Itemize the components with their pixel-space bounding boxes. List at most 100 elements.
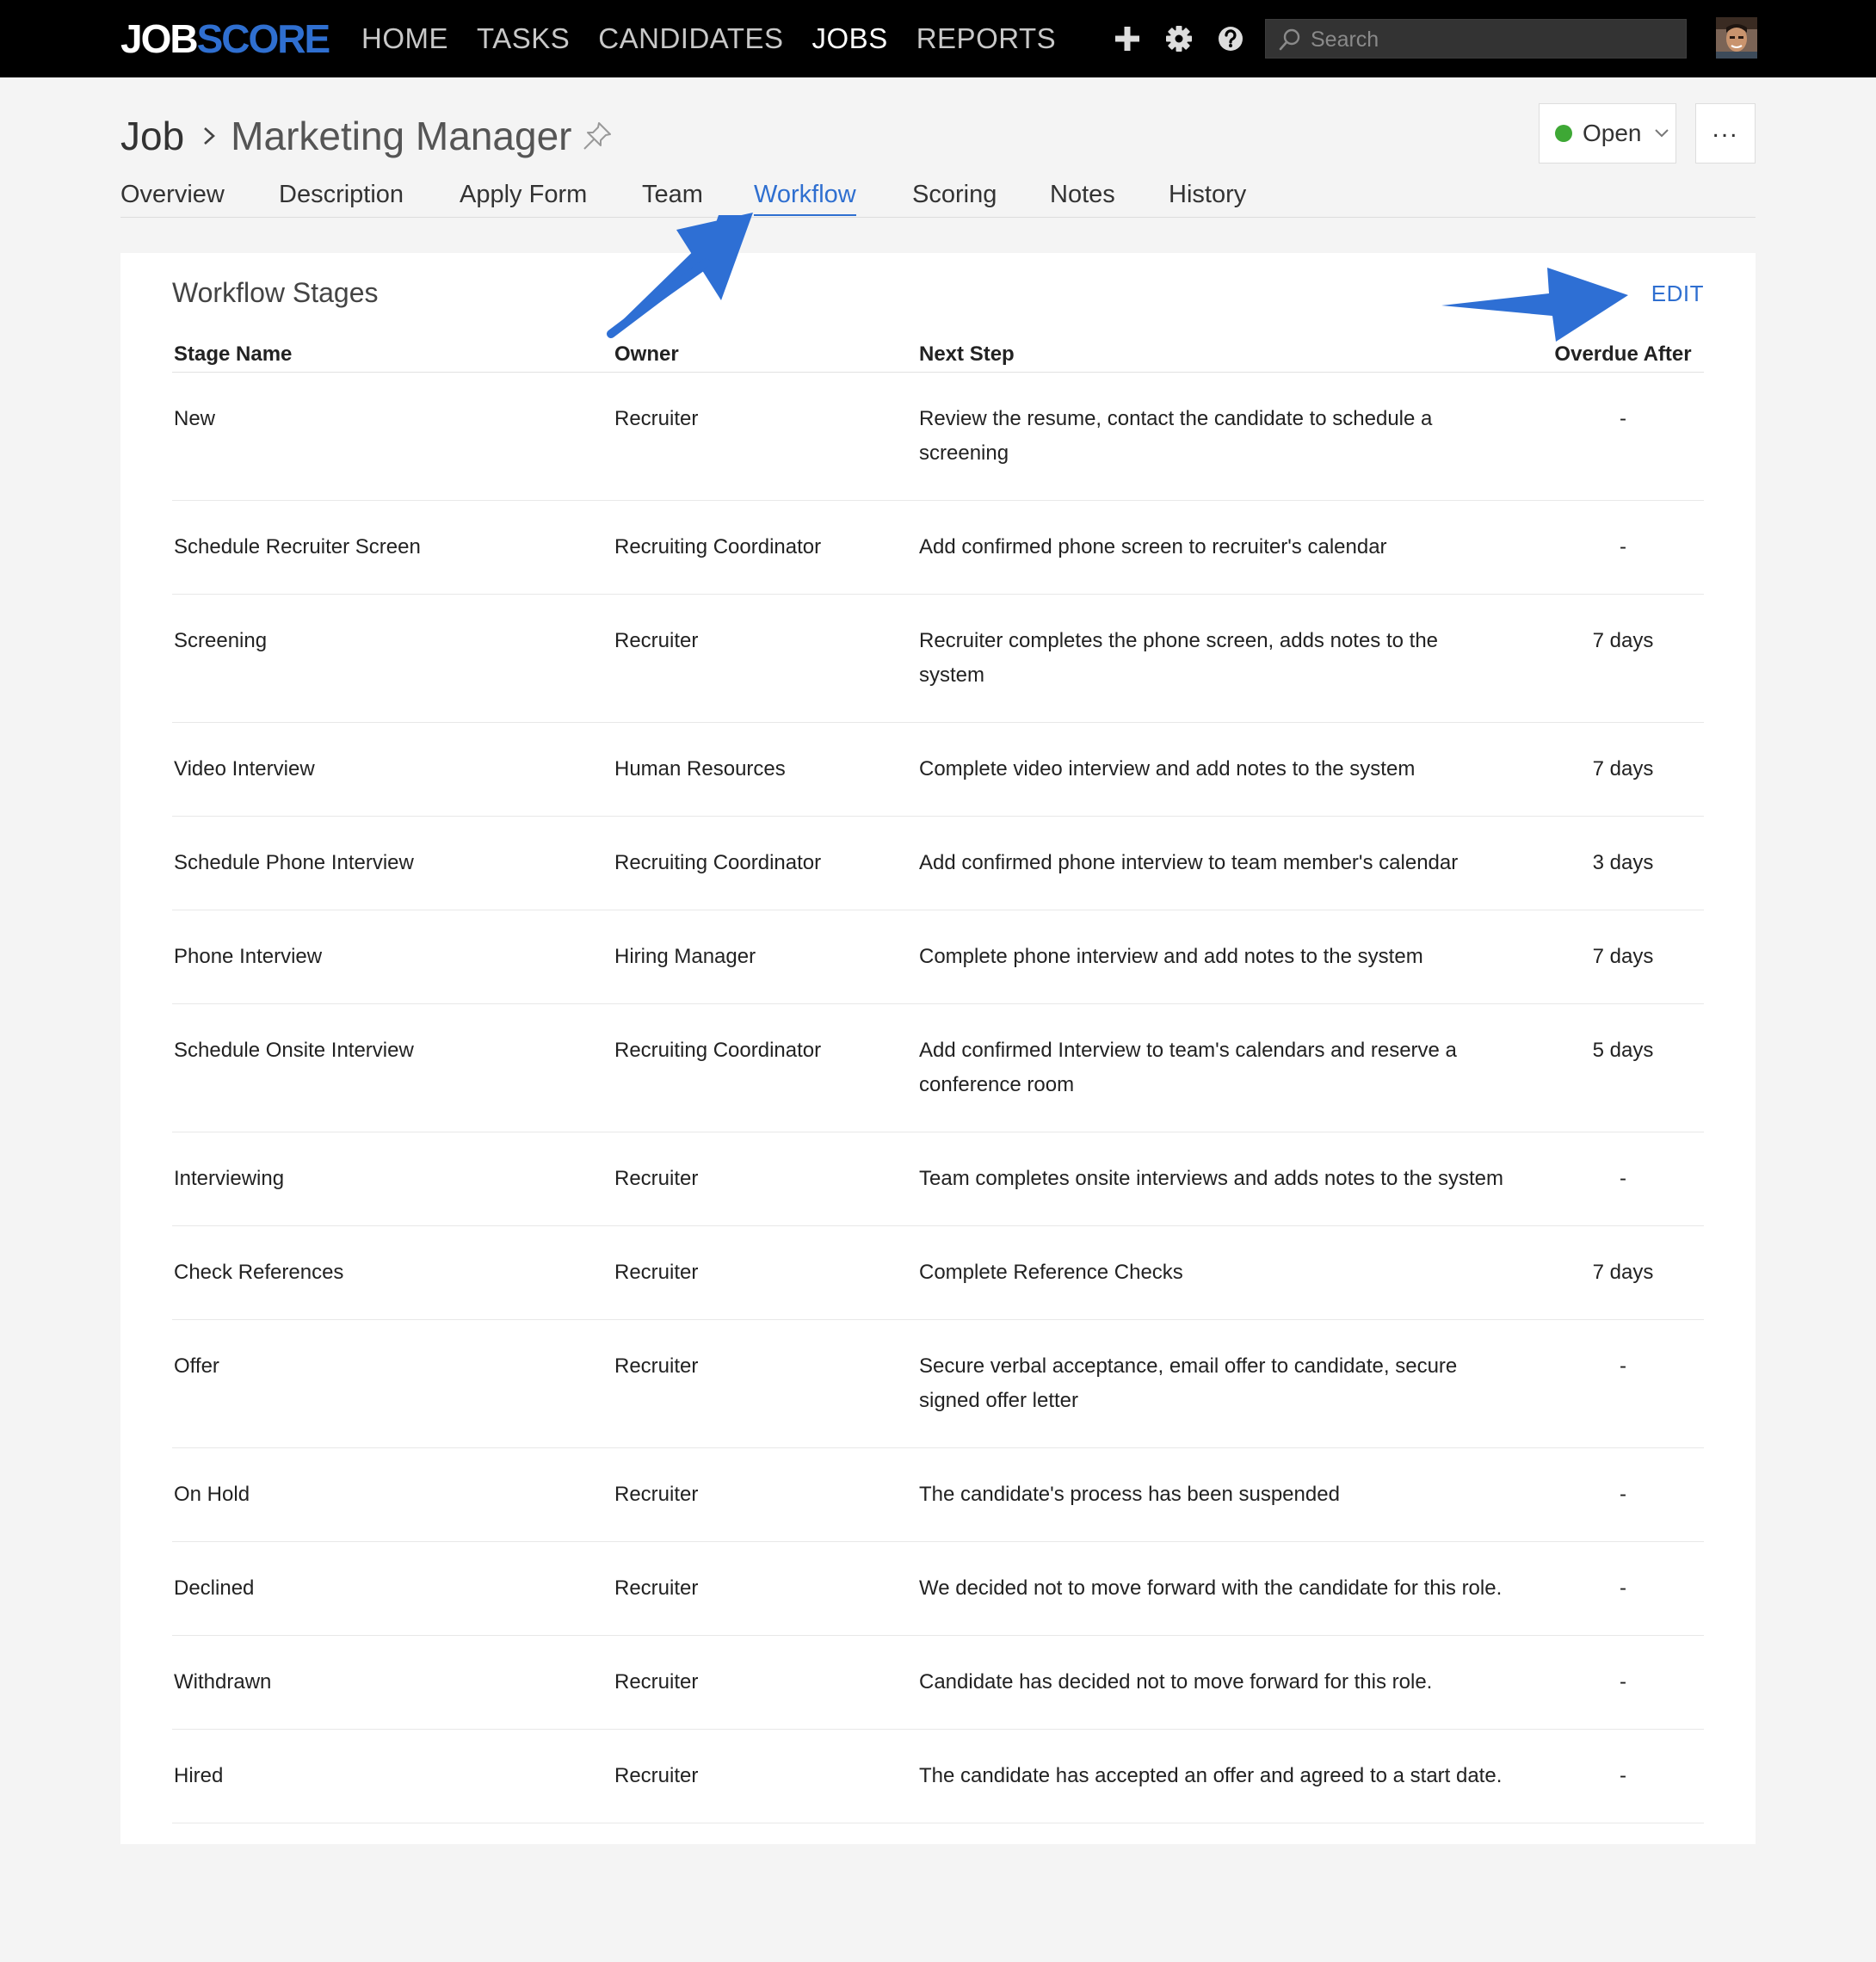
breadcrumb-job-link[interactable]: Job	[120, 113, 184, 159]
plus-icon[interactable]	[1112, 23, 1143, 54]
gear-icon[interactable]	[1163, 23, 1194, 54]
next-step-cell: Add confirmed Interview to team's calend…	[917, 1003, 1540, 1132]
job-tabs: Overview Description Apply Form Team Workflo…	[120, 172, 1756, 218]
owner-cell: Recruiting Coordinator	[613, 500, 917, 595]
tab-notes[interactable]: Notes	[1050, 181, 1115, 214]
overdue-after-cell: 7 days	[1540, 910, 1704, 1004]
chevron-down-icon	[1654, 129, 1669, 138]
table-row: Offer Recruiter Secure verbal acceptance, …	[172, 1319, 1704, 1448]
nav-item-candidates[interactable]: CANDIDATES	[598, 0, 783, 77]
stage-name-cell: Video Interview	[172, 722, 613, 817]
stage-name-cell: Check References	[172, 1225, 613, 1320]
owner-cell: Human Resources	[613, 722, 917, 817]
more-icon: ...	[1712, 114, 1739, 143]
search-input[interactable]	[1309, 20, 1674, 59]
next-step-cell: We decided not to move forward with the …	[917, 1541, 1540, 1636]
page-title: Marketing Manager	[231, 114, 572, 158]
table-row: On Hold Recruiter The candidate's process …	[172, 1447, 1704, 1542]
stage-name-cell: Declined	[172, 1541, 613, 1636]
table-row: Phone Interview Hiring Manager Complete ph…	[172, 910, 1704, 1004]
overdue-after-cell: -	[1540, 1447, 1704, 1542]
pin-icon[interactable]	[580, 119, 614, 153]
next-step-cell: Review the resume, contact the candidate…	[917, 372, 1540, 501]
tab-team[interactable]: Team	[642, 181, 703, 214]
stage-name-cell: Hired	[172, 1729, 613, 1823]
table-row: New Recruiter Review the resume, contact t…	[172, 372, 1704, 501]
job-status-label: Open	[1583, 120, 1642, 146]
tab-history[interactable]: History	[1169, 181, 1246, 214]
nav-item-reports[interactable]: REPORTS	[916, 0, 1056, 77]
tab-overview[interactable]: Overview	[120, 181, 225, 214]
owner-cell: Recruiting Coordinator	[613, 1003, 917, 1132]
overdue-after-cell: 3 days	[1540, 816, 1704, 910]
overdue-after-cell: -	[1540, 372, 1704, 501]
help-icon[interactable]	[1215, 23, 1246, 54]
overdue-after-cell: 5 days	[1540, 1003, 1704, 1132]
stage-name-cell: Withdrawn	[172, 1635, 613, 1730]
stage-name-cell: Screening	[172, 594, 613, 723]
table-row: Declined Recruiter We decided not to move …	[172, 1541, 1704, 1636]
stage-name-cell: New	[172, 372, 613, 501]
next-step-cell: Complete Reference Checks	[917, 1225, 1540, 1320]
table-row: Withdrawn Recruiter Candidate has decided …	[172, 1635, 1704, 1730]
jobscore-logo[interactable]: JOBSCORE	[120, 15, 330, 62]
owner-cell: Recruiter	[613, 1132, 917, 1226]
overdue-after-cell: 7 days	[1540, 594, 1704, 723]
owner-cell: Recruiter	[613, 1541, 917, 1636]
panel-title: Workflow Stages	[172, 277, 379, 308]
more-actions-button[interactable]: ...	[1695, 103, 1756, 164]
chevron-right-icon	[204, 127, 216, 145]
stage-name-cell: On Hold	[172, 1447, 613, 1542]
table-row: Schedule Onsite Interview Recruiting Coor…	[172, 1003, 1704, 1132]
workflow-stages-table: Stage Name Owner Next Step Overdue After Ne…	[172, 337, 1704, 1823]
table-row: Hired Recruiter The candidate has accepted…	[172, 1729, 1704, 1823]
overdue-after-cell: -	[1540, 1319, 1704, 1448]
next-step-cell: Add confirmed phone screen to recruiter'…	[917, 500, 1540, 595]
tab-scoring[interactable]: Scoring	[912, 181, 997, 214]
tab-apply-form[interactable]: Apply Form	[460, 181, 587, 214]
job-status-dropdown[interactable]: Open	[1539, 103, 1676, 164]
tab-description[interactable]: Description	[279, 181, 404, 214]
breadcrumb: Job Marketing Manager	[120, 110, 614, 162]
status-indicator	[1555, 125, 1572, 142]
column-header-owner: Owner	[613, 337, 917, 373]
owner-cell: Recruiter	[613, 372, 917, 501]
table-row: Video Interview Human Resources Complete v…	[172, 722, 1704, 817]
stage-name-cell: Offer	[172, 1319, 613, 1448]
nav-item-home[interactable]: HOME	[361, 0, 448, 77]
column-header-stage-name: Stage Name	[172, 337, 613, 373]
nav-item-tasks[interactable]: TASKS	[477, 0, 570, 77]
top-navbar: JOBSCORE HOME TASKS CANDIDATES JOBS REPORTS	[0, 0, 1876, 77]
nav-item-jobs[interactable]: JOBS	[812, 0, 888, 77]
user-avatar[interactable]	[1716, 17, 1757, 59]
stage-name-cell: Schedule Recruiter Screen	[172, 500, 613, 595]
table-row: Interviewing Recruiter Team completes onsi…	[172, 1132, 1704, 1226]
stage-name-cell: Schedule Phone Interview	[172, 816, 613, 910]
next-step-cell: Complete video interview and add notes t…	[917, 722, 1540, 817]
overdue-after-cell: -	[1540, 1635, 1704, 1730]
tab-workflow[interactable]: Workflow	[754, 181, 856, 216]
owner-cell: Recruiter	[613, 1225, 917, 1320]
owner-cell: Recruiting Coordinator	[613, 816, 917, 910]
next-step-cell: Candidate has decided not to move forwar…	[917, 1635, 1540, 1730]
stage-name-cell: Phone Interview	[172, 910, 613, 1004]
edit-workflow-button[interactable]: EDIT	[1651, 281, 1704, 307]
search-box[interactable]	[1265, 19, 1687, 59]
overdue-after-cell: -	[1540, 1132, 1704, 1226]
table-row: Screening Recruiter Recruiter completes th…	[172, 594, 1704, 723]
user-avatar-image	[1716, 17, 1757, 59]
owner-cell: Recruiter	[613, 1319, 917, 1448]
overdue-after-cell: -	[1540, 500, 1704, 595]
column-header-next-step: Next Step	[917, 337, 1540, 373]
table-header-row: Stage Name Owner Next Step Overdue After	[172, 337, 1704, 373]
overdue-after-cell: 7 days	[1540, 722, 1704, 817]
next-step-cell: Secure verbal acceptance, email offer to…	[917, 1319, 1540, 1448]
owner-cell: Recruiter	[613, 1447, 917, 1542]
owner-cell: Recruiter	[613, 1635, 917, 1730]
main-nav: HOME TASKS CANDIDATES JOBS REPORTS	[361, 0, 1084, 77]
workflow-panel: Workflow Stages EDIT Stage Name Owner Next…	[120, 253, 1756, 1844]
column-header-overdue-after: Overdue After	[1540, 337, 1704, 373]
table-row: Check References Recruiter Complete Refere…	[172, 1225, 1704, 1320]
stage-name-cell: Schedule Onsite Interview	[172, 1003, 613, 1132]
owner-cell: Recruiter	[613, 594, 917, 723]
